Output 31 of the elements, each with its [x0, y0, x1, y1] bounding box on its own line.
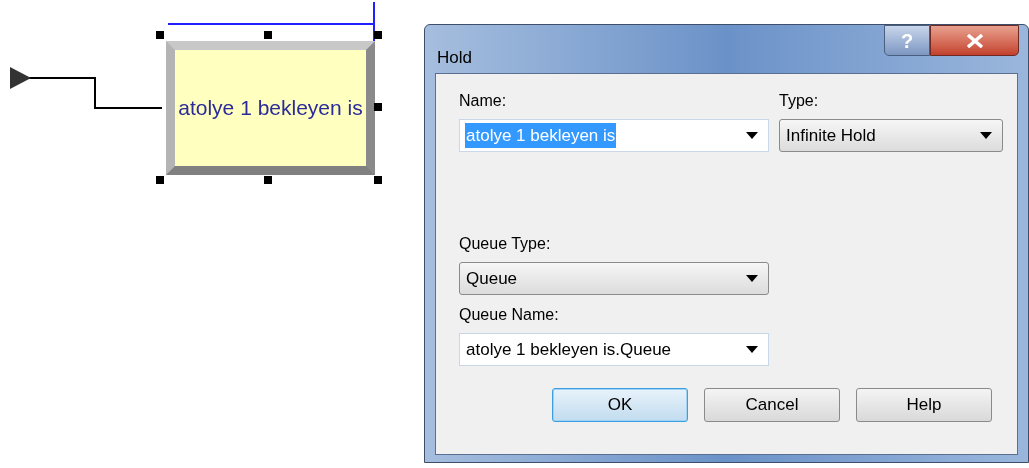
module-label: atolye 1 bekleyen is	[178, 95, 363, 121]
field-label: Type:	[779, 93, 820, 109]
selection-handle[interactable]	[156, 31, 164, 39]
close-icon	[964, 33, 985, 48]
dialog-button[interactable]: Cancel	[704, 388, 840, 422]
dialog-button[interactable]: OK	[552, 388, 688, 422]
selection-handle[interactable]	[264, 31, 272, 39]
caret-icon	[746, 132, 758, 139]
combo-box[interactable]: atolye 1 bekleyen is.Queue	[459, 333, 769, 366]
selection-handle[interactable]	[374, 176, 382, 184]
selection-handle[interactable]	[374, 31, 382, 39]
selection-handle[interactable]	[374, 103, 382, 111]
caret-icon	[746, 275, 758, 282]
dropdown[interactable]: Queue	[459, 262, 769, 295]
field-value: atolye 1 bekleyen is	[465, 122, 617, 149]
dropdown[interactable]: Infinite Hold	[779, 119, 1003, 152]
exit-point-icon	[10, 67, 31, 89]
dialog-button[interactable]: Help	[856, 388, 992, 422]
caret-icon	[980, 132, 992, 139]
selection-handle[interactable]	[264, 176, 272, 184]
window-title: Hold	[437, 47, 472, 69]
field-label: Queue Type:	[459, 236, 552, 252]
selection-handle[interactable]	[156, 176, 164, 184]
field-label: Queue Name:	[459, 307, 560, 323]
hold-module[interactable]: atolye 1 bekleyen is	[166, 41, 375, 175]
close-button[interactable]	[930, 25, 1019, 56]
field-label: Name:	[459, 93, 508, 109]
field-value: Queue	[465, 267, 519, 290]
field-value: Infinite Hold	[785, 124, 877, 147]
field-value: atolye 1 bekleyen is.Queue	[465, 338, 673, 361]
caret-icon	[746, 346, 758, 353]
